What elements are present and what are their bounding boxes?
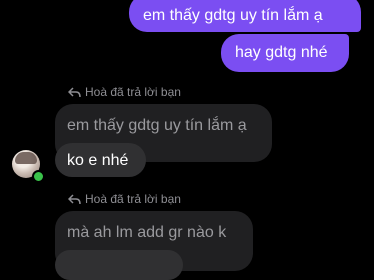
reply-label: Hoà đã trả lời bạn (68, 192, 181, 206)
reply-arrow-icon (68, 193, 81, 204)
online-status-dot (32, 170, 45, 183)
reply-arrow-icon (68, 86, 81, 97)
reply-label-text: Hoà đã trả lời bạn (85, 192, 181, 206)
incoming-message[interactable]: ko e nhé (55, 143, 146, 177)
reply-label-text: Hoà đã trả lời bạn (85, 85, 181, 99)
incoming-message[interactable] (55, 250, 183, 280)
outgoing-message[interactable]: em thấy gdtg uy tín lắm ạ (129, 0, 361, 32)
reply-label: Hoà đã trả lời bạn (68, 85, 181, 99)
outgoing-message[interactable]: hay gdtg nhé (221, 34, 349, 72)
